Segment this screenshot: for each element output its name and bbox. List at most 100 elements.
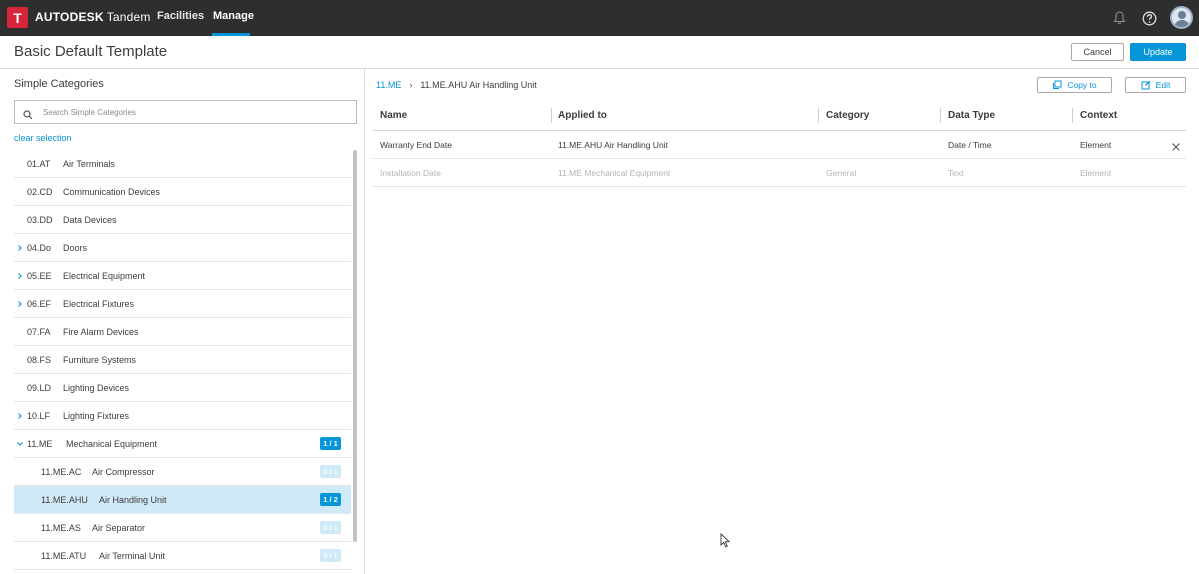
left-panel-title: Simple Categories bbox=[14, 78, 104, 90]
clear-selection-link[interactable]: clear selection bbox=[14, 133, 72, 143]
category-code: 11.ME.AHU bbox=[41, 495, 88, 505]
cell-name: Warranty End Date bbox=[380, 140, 452, 150]
cell-context: Element bbox=[1080, 140, 1112, 150]
edit-icon bbox=[1141, 80, 1150, 90]
cell-category: General bbox=[826, 168, 857, 178]
cell-applied-to: 11.ME.AHU Air Handling Unit bbox=[558, 140, 668, 150]
category-row[interactable]: 11.ME.AS Air Separator 0 / 1 bbox=[14, 514, 351, 542]
column-divider bbox=[818, 108, 819, 123]
breadcrumb-parent[interactable]: 11.ME bbox=[376, 80, 401, 90]
category-count-badge: 0 / 1 bbox=[320, 465, 341, 478]
category-count-badge: 0 / 1 bbox=[320, 549, 341, 562]
category-row[interactable]: 01.AT Air Terminals bbox=[14, 150, 351, 178]
search-input[interactable] bbox=[43, 105, 343, 120]
table-header: Name Applied to Category Data Type Conte… bbox=[373, 101, 1186, 131]
bell-icon[interactable] bbox=[1110, 9, 1128, 27]
cell-data-type: Text bbox=[948, 168, 964, 178]
category-label: Electrical Equipment bbox=[63, 271, 146, 281]
cell-applied-to: 11.ME Mechanical Equipment bbox=[558, 168, 671, 178]
table-row[interactable]: Installation Date 11.ME Mechanical Equipm… bbox=[373, 159, 1186, 187]
chevron-right-icon[interactable] bbox=[16, 244, 24, 252]
category-code: 11.ME.AC bbox=[41, 467, 82, 477]
category-label: Data Devices bbox=[63, 215, 117, 225]
edit-label: Edit bbox=[1155, 80, 1171, 90]
category-code: 11.ME bbox=[27, 439, 53, 449]
logo-letter: T bbox=[13, 9, 22, 26]
chevron-right-icon[interactable] bbox=[16, 412, 24, 420]
category-row[interactable]: 10.LF Lighting Fixtures bbox=[14, 402, 351, 430]
nav-tab-manage[interactable]: Manage bbox=[213, 10, 254, 22]
category-label: Air Compressor bbox=[92, 467, 155, 477]
mouse-cursor-icon bbox=[720, 532, 731, 553]
close-icon[interactable] bbox=[1171, 139, 1181, 151]
category-row[interactable]: 08.FS Furniture Systems bbox=[14, 346, 351, 374]
category-code: 06.EF bbox=[27, 299, 52, 309]
category-list-scrollbar[interactable] bbox=[353, 150, 357, 542]
category-list: 01.AT Air Terminals 02.CD Communication Dev… bbox=[14, 150, 351, 570]
category-label: Electrical Fixtures bbox=[63, 299, 135, 309]
category-label: Air Terminal Unit bbox=[99, 551, 165, 561]
category-row[interactable]: 06.EF Electrical Fixtures bbox=[14, 290, 351, 318]
active-tab-indicator bbox=[212, 33, 250, 36]
category-row[interactable]: 04.Do Doors bbox=[14, 234, 351, 262]
category-label: Doors bbox=[63, 243, 88, 253]
update-button[interactable]: Update bbox=[1130, 43, 1186, 61]
category-row[interactable]: 02.CD Communication Devices bbox=[14, 178, 351, 206]
avatar[interactable] bbox=[1170, 6, 1193, 29]
attributes-table: Name Applied to Category Data Type Conte… bbox=[373, 101, 1186, 187]
category-row[interactable]: 11.ME.ATU Air Terminal Unit 0 / 1 bbox=[14, 542, 351, 570]
cell-context: Element bbox=[1080, 168, 1112, 178]
column-header-name[interactable]: Name bbox=[380, 110, 407, 121]
breadcrumb: 11.ME › 11.ME.AHU Air Handling Unit bbox=[376, 80, 537, 90]
category-count-badge: 1 / 2 bbox=[320, 493, 341, 506]
brand-product: Tandem bbox=[106, 10, 151, 24]
edit-button[interactable]: Edit bbox=[1125, 77, 1186, 93]
category-code: 09.LD bbox=[27, 383, 52, 393]
category-code: 03.DD bbox=[27, 215, 53, 225]
category-label: Mechanical Equipment bbox=[66, 439, 158, 449]
category-row[interactable]: 11.ME Mechanical Equipment 1 / 1 bbox=[14, 430, 351, 458]
chevron-right-icon[interactable] bbox=[16, 300, 24, 308]
panel-divider bbox=[364, 69, 365, 574]
copy-to-button[interactable]: Copy to bbox=[1037, 77, 1112, 93]
category-label: Furniture Systems bbox=[63, 355, 137, 365]
column-header-category[interactable]: Category bbox=[826, 110, 869, 121]
category-code: 11.ME.AS bbox=[41, 523, 81, 533]
category-row[interactable]: 07.FA Fire Alarm Devices bbox=[14, 318, 351, 346]
nav-tab-facilities[interactable]: Facilities bbox=[157, 10, 204, 22]
brand-name: AUTODESK Tandem bbox=[35, 10, 151, 24]
category-code: 08.FS bbox=[27, 355, 52, 365]
category-label: Air Terminals bbox=[63, 159, 115, 169]
tandem-logo[interactable]: T bbox=[7, 7, 28, 28]
column-header-applied-to[interactable]: Applied to bbox=[558, 110, 607, 121]
category-row[interactable]: 09.LD Lighting Devices bbox=[14, 374, 351, 402]
category-row[interactable]: 03.DD Data Devices bbox=[14, 206, 351, 234]
category-code: 02.CD bbox=[27, 187, 53, 197]
top-bar: T AUTODESK Tandem Facilities Manage bbox=[0, 0, 1199, 36]
table-row[interactable]: Warranty End Date 11.ME.AHU Air Handling … bbox=[373, 131, 1186, 159]
cell-name: Installation Date bbox=[380, 168, 441, 178]
category-code: 10.LF bbox=[27, 411, 51, 421]
chevron-down-icon[interactable] bbox=[16, 440, 24, 448]
column-header-data-type[interactable]: Data Type bbox=[948, 110, 995, 121]
column-header-context[interactable]: Context bbox=[1080, 110, 1117, 121]
cell-data-type: Date / Time bbox=[948, 140, 992, 150]
cancel-button[interactable]: Cancel bbox=[1071, 43, 1124, 61]
category-code: 04.Do bbox=[27, 243, 52, 253]
category-row[interactable]: 11.ME.AHU Air Handling Unit 1 / 2 bbox=[14, 486, 351, 514]
category-label: Communication Devices bbox=[63, 187, 161, 197]
copy-to-label: Copy to bbox=[1067, 80, 1097, 90]
table-body: Warranty End Date 11.ME.AHU Air Handling … bbox=[373, 131, 1186, 187]
category-count-badge: 1 / 1 bbox=[320, 437, 341, 450]
category-code: 11.ME.ATU bbox=[41, 551, 87, 561]
breadcrumb-current: 11.ME.AHU Air Handling Unit bbox=[420, 80, 537, 90]
category-label: Lighting Fixtures bbox=[63, 411, 130, 421]
category-code: 05.EE bbox=[27, 271, 52, 281]
chevron-right-icon[interactable] bbox=[16, 272, 24, 280]
category-label: Air Handling Unit bbox=[99, 495, 167, 505]
category-row[interactable]: 11.ME.AC Air Compressor 0 / 1 bbox=[14, 458, 351, 486]
category-label: Lighting Devices bbox=[63, 383, 130, 393]
header-divider bbox=[0, 68, 1199, 69]
help-icon[interactable] bbox=[1140, 9, 1158, 27]
category-row[interactable]: 05.EE Electrical Equipment bbox=[14, 262, 351, 290]
